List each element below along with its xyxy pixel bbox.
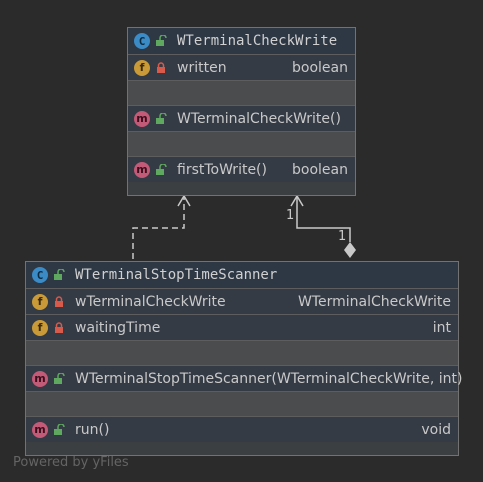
field-type: WTerminalCheckWrite	[297, 293, 451, 310]
method-name: firstToWrite()	[177, 161, 267, 178]
section-divider	[128, 80, 355, 105]
field-type: int	[432, 319, 451, 336]
public-unlock-icon	[156, 112, 167, 124]
method-return-type: boolean	[292, 161, 348, 178]
public-unlock-icon	[54, 423, 65, 435]
aggregation-diamond	[344, 242, 356, 258]
method-icon: m	[32, 421, 48, 438]
private-lock-icon	[55, 295, 63, 307]
method-name: run()	[75, 421, 110, 438]
section-divider	[26, 391, 458, 416]
dependency-edge	[132, 196, 185, 259]
class-name: WTerminalStopTimeScanner	[75, 267, 278, 283]
method-row[interactable]: m firstToWrite() boolean	[128, 156, 355, 182]
field-type: boolean	[292, 59, 348, 76]
field-icon: f	[134, 59, 150, 76]
private-lock-icon	[157, 61, 165, 73]
section-divider	[128, 131, 355, 156]
private-lock-icon	[55, 321, 63, 333]
class-header[interactable]: C WTerminalStopTimeScanner	[26, 262, 458, 288]
constructor-name: WTerminalStopTimeScanner(WTerminalCheckW…	[75, 370, 463, 387]
class-icon: C	[134, 33, 150, 49]
multiplicity-source: 1	[338, 229, 347, 244]
field-row[interactable]: f written boolean	[128, 54, 355, 80]
constructor-row[interactable]: m WTerminalCheckWrite()	[128, 105, 355, 131]
method-return-type: void	[421, 421, 451, 438]
class-icon: C	[32, 267, 48, 283]
field-icon: f	[32, 293, 48, 310]
method-icon: m	[134, 161, 150, 178]
field-name: wTerminalCheckWrite	[75, 293, 226, 310]
field-name: waitingTime	[75, 319, 161, 336]
field-name: written	[177, 59, 227, 76]
field-row[interactable]: f waitingTime int	[26, 314, 458, 340]
method-row[interactable]: m run() void	[26, 416, 458, 442]
class-box-wterminalstoptimescanner[interactable]: C WTerminalStopTimeScanner f wTerminalCh…	[25, 261, 463, 456]
field-row[interactable]: f wTerminalCheckWrite WTerminalCheckWrit…	[26, 288, 458, 314]
constructor-name: WTerminalCheckWrite()	[177, 110, 341, 127]
class-box-wterminalcheckwrite[interactable]: C WTerminalCheckWrite f written boolean …	[127, 27, 356, 196]
class-name: WTerminalCheckWrite	[177, 33, 338, 49]
public-unlock-icon	[156, 163, 167, 175]
public-unlock-icon	[54, 372, 65, 384]
multiplicity-target: 1	[286, 208, 295, 223]
public-unlock-icon	[54, 269, 65, 280]
constructor-row[interactable]: m WTerminalStopTimeScanner(WTerminalChec…	[26, 365, 463, 391]
method-icon: m	[134, 110, 150, 127]
class-header[interactable]: C WTerminalCheckWrite	[128, 28, 355, 54]
method-icon: m	[32, 370, 48, 387]
field-icon: f	[32, 319, 48, 336]
section-divider	[26, 340, 458, 365]
public-unlock-icon	[156, 35, 167, 46]
yfiles-watermark: Powered by yFiles	[13, 455, 129, 470]
